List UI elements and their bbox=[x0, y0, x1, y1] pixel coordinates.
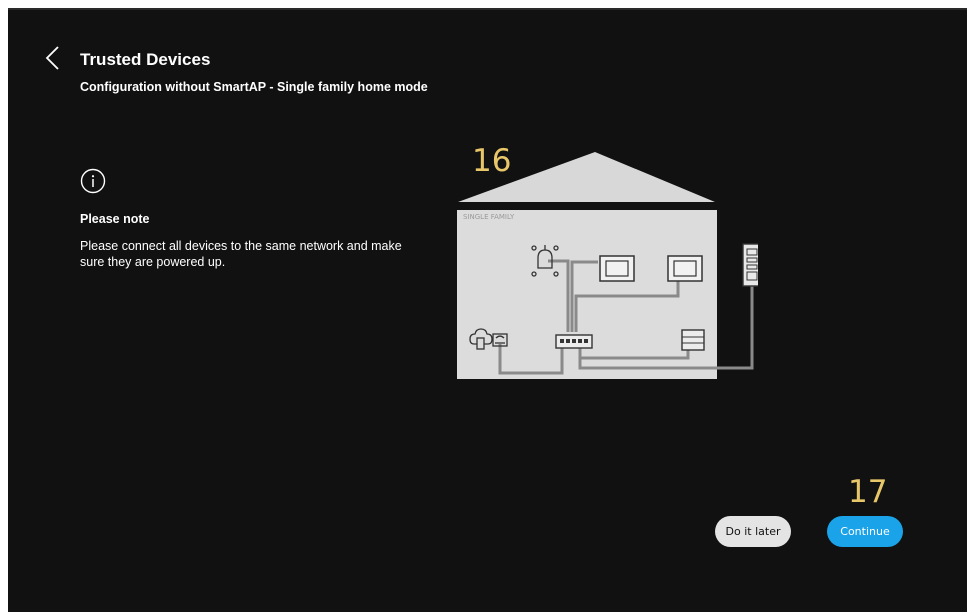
din-rail-device-icon bbox=[681, 329, 705, 351]
info-circle-icon bbox=[80, 168, 106, 194]
network-switch-icon bbox=[555, 334, 593, 349]
chevron-left-icon[interactable] bbox=[42, 44, 66, 72]
page-subtitle: Configuration without SmartAP - Single f… bbox=[80, 80, 428, 94]
indoor-panel-2-icon bbox=[667, 255, 703, 282]
page-title: Trusted Devices bbox=[80, 50, 211, 69]
annotation-17: 17 bbox=[848, 474, 888, 510]
setup-screen: Trusted Devices Configuration without Sm… bbox=[8, 8, 967, 612]
network-diagram: SINGLE FAMILY bbox=[457, 152, 758, 379]
continue-button[interactable]: Continue bbox=[827, 516, 903, 547]
annotation-16: 16 bbox=[472, 143, 512, 179]
note-title: Please note bbox=[80, 212, 150, 226]
outdoor-station-icon bbox=[742, 243, 758, 287]
note-text: Please connect all devices to the same n… bbox=[80, 239, 402, 269]
indoor-panel-1-icon bbox=[599, 255, 635, 282]
house-label: SINGLE FAMILY bbox=[463, 213, 515, 221]
do-it-later-button[interactable]: Do it later bbox=[715, 516, 791, 547]
